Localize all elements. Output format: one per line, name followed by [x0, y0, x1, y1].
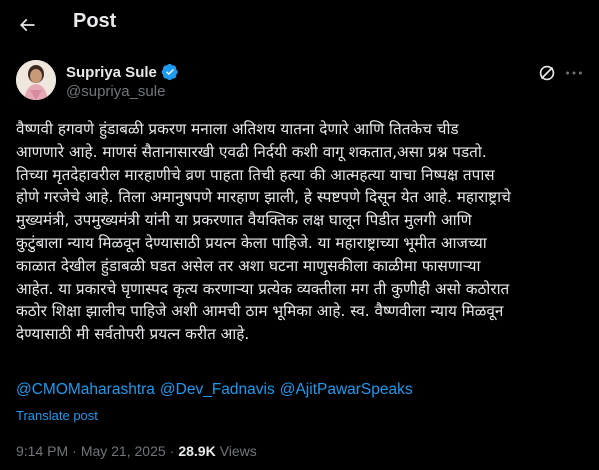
post-line: देण्यासाठी मी सर्वतोपरी प्रयत्न करीत आहे… — [16, 325, 250, 344]
page-title: Post — [73, 10, 117, 32]
grok-icon — [539, 65, 555, 81]
author-name[interactable]: Supriya Sule — [66, 64, 157, 81]
post-line: काळात देखील हुंडाबळी घडत असेल तर अशा घटन… — [16, 256, 481, 275]
translate-post-link[interactable]: Translate post — [16, 408, 98, 423]
more-options-icon — [566, 71, 582, 75]
avatar-image — [16, 60, 56, 100]
meta-separator: · — [72, 443, 77, 459]
views-count: 28.9K — [178, 443, 216, 459]
post-line: कठोर शिक्षा झालीच पाहिजे अशी आमची ठाम भू… — [16, 302, 504, 321]
top-bar: Post — [0, 0, 599, 50]
avatar[interactable] — [16, 60, 56, 100]
author-handle[interactable]: @supriya_sule — [66, 83, 165, 100]
post-time[interactable]: 9:14 PM — [16, 443, 68, 459]
mentions-row: @CMOMaharashtra @Dev_Fadnavis @AjitPawar… — [16, 381, 413, 399]
more-options-button[interactable] — [562, 62, 586, 84]
post-line: मुख्यमंत्री, उपमुख्यमंत्री यांनी या प्रक… — [16, 211, 472, 230]
post-line: तिच्या मृतदेहावरील मारहाणीचे व्रण पाहता … — [16, 165, 495, 184]
back-button[interactable] — [10, 8, 44, 42]
arrow-left-icon — [19, 18, 35, 32]
post-text: वैष्णवी हगवणे हुंडाबळी प्रकरण मनाला अतिश… — [16, 118, 588, 346]
post-line: कुटुंबाला न्याय मिळवून देण्यासाठी प्रयत्… — [16, 233, 487, 252]
post-line: होणे गरजेचे आहे. तिला अमानुषपणे मारहाण झ… — [16, 188, 511, 207]
post-line: आहेत. या प्रकारचे घृणास्पद कृत्य करणाऱ्य… — [16, 279, 510, 298]
verified-badge-icon[interactable] — [161, 63, 179, 81]
post-line: वैष्णवी हगवणे हुंडाबळी प्रकरण मनाला अतिश… — [16, 120, 459, 138]
mention-link[interactable]: @Dev_Fadnavis — [160, 381, 275, 399]
post-line: आणणारे आहे. माणसं सैतानासारखी एवढी निर्द… — [16, 142, 487, 161]
post-date[interactable]: May 21, 2025 — [81, 443, 166, 459]
mention-link[interactable]: @AjitPawarSpeaks — [280, 381, 413, 399]
post-meta: 9:14 PM · May 21, 2025 · 28.9K Views — [16, 443, 257, 459]
author-name-row[interactable]: Supriya Sule — [66, 63, 179, 81]
grok-button[interactable] — [536, 62, 558, 84]
meta-separator: · — [169, 443, 175, 459]
mention-link[interactable]: @CMOMaharashtra — [16, 381, 155, 399]
views-label: Views — [219, 443, 257, 459]
